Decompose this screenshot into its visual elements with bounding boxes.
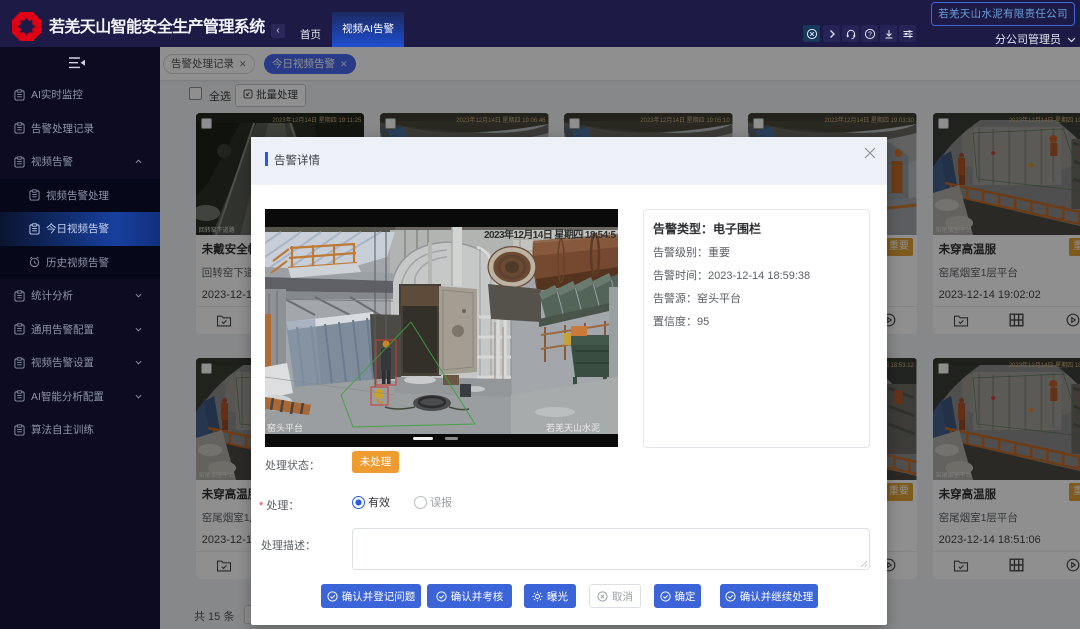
svg-text:2023年12月14日 星期四 18:54:5: 2023年12月14日 星期四 18:54:5: [484, 228, 616, 241]
svg-text:若羌天山水泥: 若羌天山水泥: [546, 422, 600, 433]
svg-text:?: ?: [868, 31, 872, 38]
svg-text:窑头平台: 窑头平台: [267, 422, 303, 433]
